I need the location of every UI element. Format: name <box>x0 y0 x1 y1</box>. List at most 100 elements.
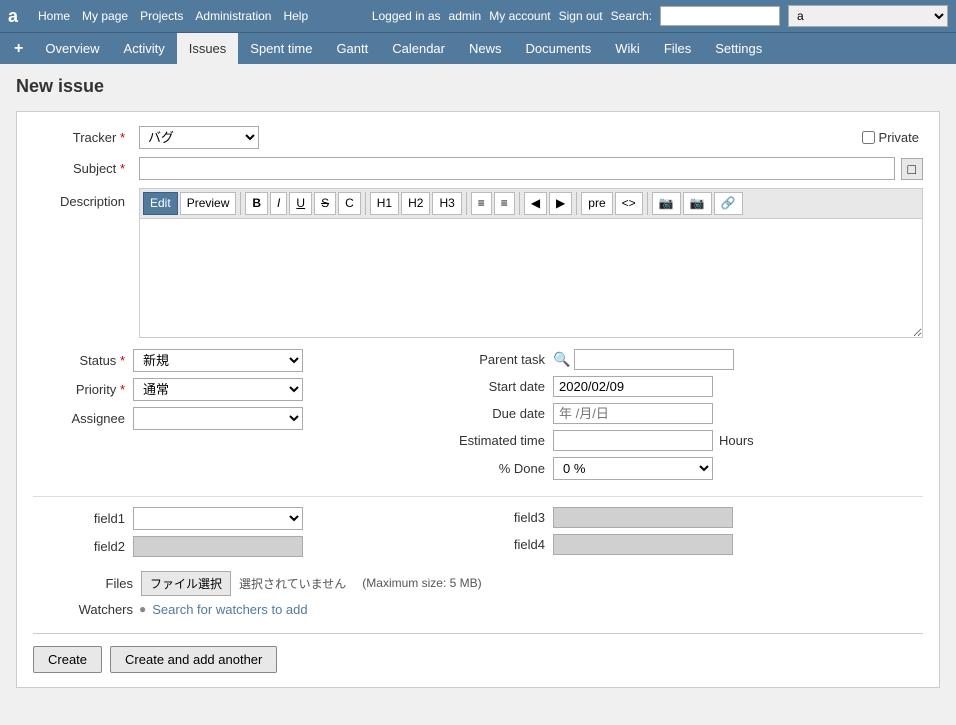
username-link[interactable]: admin <box>449 9 482 23</box>
field2-label: field2 <box>33 539 133 554</box>
field3-label: field3 <box>433 510 553 525</box>
toolbar-ul-btn[interactable]: ≡ <box>471 192 492 215</box>
nav-plus-button[interactable]: + <box>4 35 33 63</box>
parent-task-input[interactable] <box>574 349 734 370</box>
nav-gantt[interactable]: Gantt <box>324 33 380 64</box>
due-date-row: Due date <box>433 403 923 424</box>
toolbar-bold-btn[interactable]: B <box>245 192 268 215</box>
create-button[interactable]: Create <box>33 646 102 673</box>
toolbar-align-right-btn[interactable]: ▶ <box>549 192 572 215</box>
nav-bar: + Overview Activity Issues Spent time Ga… <box>0 32 956 64</box>
priority-label: Priority * <box>33 382 133 397</box>
description-label: Description <box>33 188 133 209</box>
nav-wiki[interactable]: Wiki <box>603 33 652 64</box>
private-label: Private <box>879 130 919 145</box>
toolbar-code-inline-btn[interactable]: <> <box>615 192 643 215</box>
description-textarea[interactable] <box>139 218 923 338</box>
search-select[interactable]: a <box>788 5 948 27</box>
estimated-time-row: Estimated time Hours <box>433 430 923 451</box>
priority-select[interactable]: 低め通常高め急いで今すぐ <box>133 378 303 401</box>
field4-row: field4 <box>433 534 923 555</box>
toolbar-ol-btn[interactable]: ≡ <box>494 192 515 215</box>
nav-calendar[interactable]: Calendar <box>380 33 457 64</box>
files-row: Files ファイル選択 選択されていません (Maximum size: 5 … <box>33 571 923 596</box>
private-checkbox[interactable] <box>862 131 875 144</box>
toolbar-edit-btn[interactable]: Edit <box>143 192 178 215</box>
content: New issue Tracker * バグ機能サポート Private Sub… <box>0 64 956 700</box>
nav-settings[interactable]: Settings <box>703 33 774 64</box>
toolbar-code-btn[interactable]: C <box>338 192 361 215</box>
nav-spent-time[interactable]: Spent time <box>238 33 324 64</box>
parent-task-row: Parent task 🔍 <box>433 349 923 370</box>
nav-help[interactable]: Help <box>283 9 308 23</box>
tracker-select[interactable]: バグ機能サポート <box>139 126 259 149</box>
due-date-label: Due date <box>433 406 553 421</box>
signout-link[interactable]: Sign out <box>559 9 603 23</box>
hours-label: Hours <box>719 433 754 448</box>
field2-input[interactable] <box>133 536 303 557</box>
estimated-time-input[interactable] <box>553 430 713 451</box>
status-select[interactable]: 新規進行中解決済みフィードバック終了却下 <box>133 349 303 372</box>
parent-task-search-button[interactable]: 🔍 <box>553 351 570 368</box>
toolbar-separator-5 <box>576 192 577 215</box>
start-date-input[interactable] <box>553 376 713 397</box>
tracker-label: Tracker * <box>33 130 133 145</box>
toolbar-h1-btn[interactable]: H1 <box>370 192 399 215</box>
due-date-input[interactable] <box>553 403 713 424</box>
field3-input[interactable] <box>553 507 733 528</box>
field1-label: field1 <box>33 511 133 526</box>
logo: a <box>8 6 18 27</box>
toolbar-separator-2 <box>365 192 366 215</box>
estimated-time-label: Estimated time <box>433 433 553 448</box>
start-date-row: Start date <box>433 376 923 397</box>
percent-done-row: % Done 0 %10 %20 %30 %40 %50 %60 %70 %80… <box>433 457 923 480</box>
toolbar-pre-btn[interactable]: pre <box>581 192 612 215</box>
nav-issues[interactable]: Issues <box>177 33 239 64</box>
toolbar-underline-btn[interactable]: U <box>289 192 312 215</box>
toolbar-h3-btn[interactable]: H3 <box>432 192 461 215</box>
toolbar-strikethrough-btn[interactable]: S <box>314 192 336 215</box>
page-title: New issue <box>16 76 940 97</box>
toolbar-img1-btn[interactable]: 📷 <box>652 192 681 215</box>
subject-label: Subject * <box>33 161 133 176</box>
toolbar-separator-4 <box>519 192 520 215</box>
toolbar-italic-btn[interactable]: I <box>270 192 287 215</box>
nav-administration[interactable]: Administration <box>195 9 271 23</box>
percent-done-label: % Done <box>433 461 553 476</box>
start-date-label: Start date <box>433 379 553 394</box>
nav-documents[interactable]: Documents <box>514 33 604 64</box>
toolbar-preview-btn[interactable]: Preview <box>180 192 237 215</box>
top-bar: a Home My page Projects Administration H… <box>0 0 956 32</box>
field1-row: field1 <box>33 507 433 530</box>
nav-files[interactable]: Files <box>652 33 703 64</box>
toolbar-h2-btn[interactable]: H2 <box>401 192 430 215</box>
subject-expand-button[interactable]: □ <box>901 158 923 180</box>
toolbar-align-left-btn[interactable]: ◀ <box>524 192 547 215</box>
my-account-link[interactable]: My account <box>489 9 550 23</box>
percent-done-select[interactable]: 0 %10 %20 %30 %40 %50 %60 %70 %80 %90 %1… <box>553 457 713 480</box>
file-name-display: 選択されていません <box>239 575 346 592</box>
create-add-another-button[interactable]: Create and add another <box>110 646 277 673</box>
nav-overview[interactable]: Overview <box>33 33 111 64</box>
top-bar-left: a Home My page Projects Administration H… <box>8 6 308 27</box>
nav-home[interactable]: Home <box>38 9 70 23</box>
nav-mypage[interactable]: My page <box>82 9 128 23</box>
toolbar-img2-btn[interactable]: 📷 <box>683 192 712 215</box>
assignee-select[interactable] <box>133 407 303 430</box>
nav-activity[interactable]: Activity <box>112 33 177 64</box>
logged-in-text: Logged in as <box>372 9 441 23</box>
file-choose-button[interactable]: ファイル選択 <box>141 571 231 596</box>
description-toolbar: Edit Preview B I U S C H1 H2 H3 ≡ ≡ <box>139 188 923 218</box>
field3-row: field3 <box>433 507 923 528</box>
nav-news[interactable]: News <box>457 33 514 64</box>
file-max-size: (Maximum size: 5 MB) <box>362 576 481 590</box>
field2-row: field2 <box>33 536 433 557</box>
nav-projects[interactable]: Projects <box>140 9 183 23</box>
watchers-search-link[interactable]: Search for watchers to add <box>152 602 307 617</box>
toolbar-link-btn[interactable]: 🔗 <box>714 192 743 215</box>
search-input[interactable] <box>660 6 780 26</box>
new-issue-form: Tracker * バグ機能サポート Private Subject * □ D… <box>16 111 940 688</box>
field4-input[interactable] <box>553 534 733 555</box>
field1-select[interactable] <box>133 507 303 530</box>
subject-input[interactable] <box>139 157 895 180</box>
